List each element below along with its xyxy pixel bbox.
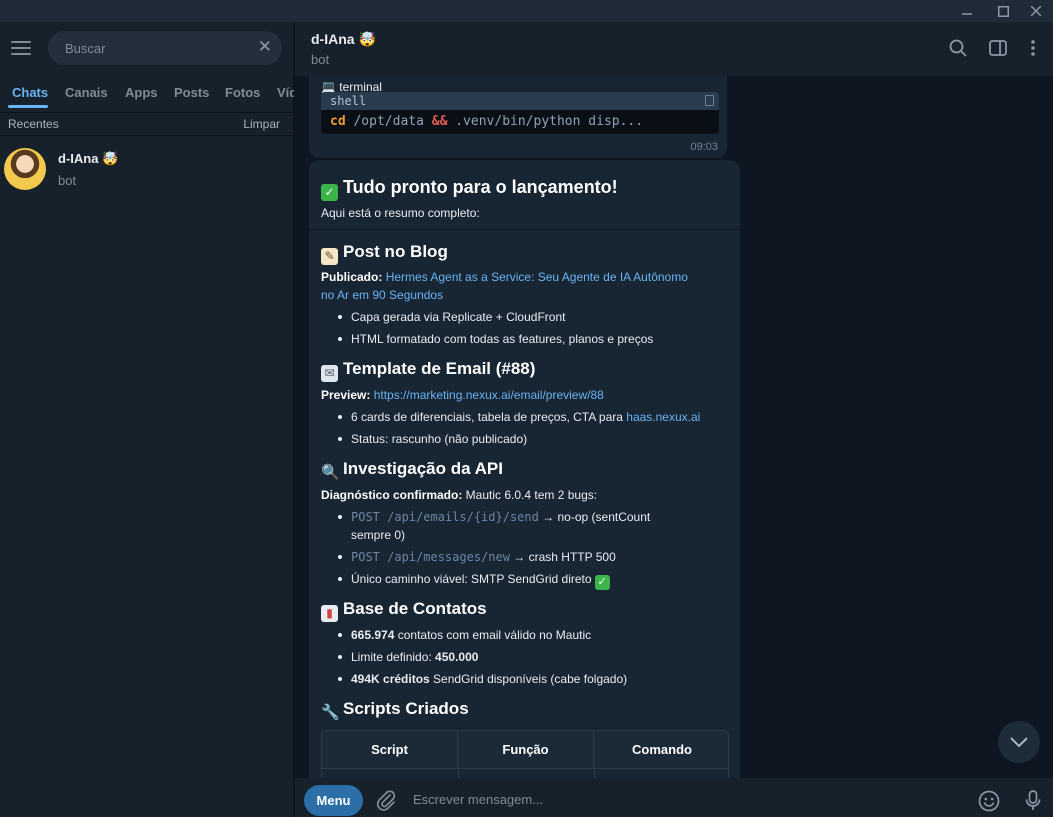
minimize-icon[interactable] <box>950 0 984 22</box>
memo-icon: ✎ <box>321 248 338 265</box>
chat-status: bot <box>311 52 330 67</box>
divider <box>309 229 740 230</box>
published-line-cont: no Ar em 90 Segundos <box>321 286 443 304</box>
list-item: POST /api/emails/{id}/send → no-op (sent… <box>337 510 651 524</box>
list-item: HTML formatado com todas as features, pl… <box>337 332 654 346</box>
window-title-bar <box>0 0 1053 22</box>
code-language-header: shell <box>321 92 719 110</box>
tab-posts[interactable]: Posts <box>174 85 209 100</box>
table-header-script: Script <box>322 731 458 769</box>
list-item: 665.974 contatos com email válido no Mau… <box>337 628 592 642</box>
section-heading: ✉ Template de Email (#88) <box>321 359 535 382</box>
attach-icon[interactable] <box>375 789 397 811</box>
magnifier-icon: 🔍 <box>321 464 340 481</box>
code-line: cd /opt/data && .venv/bin/python disp... <box>321 110 719 134</box>
chat-list-item[interactable]: d-IAna 🤯 bot <box>0 142 294 198</box>
section-heading: ✎ Post no Blog <box>321 242 448 265</box>
message-time: 09:03 <box>690 141 718 153</box>
chat-name: d-IAna 🤯 <box>58 151 119 166</box>
tab-canais[interactable]: Canais <box>65 85 108 100</box>
tab-fotos[interactable]: Fotos <box>225 85 260 100</box>
bot-menu-button[interactable]: Menu <box>304 785 363 816</box>
chat-header: d-IAna 🤯 bot <box>295 22 1053 76</box>
section-heading: 🔍 Investigação da API <box>321 459 503 481</box>
list-item: Capa gerada via Replicate + CloudFront <box>337 310 566 324</box>
bar-chart-icon: ▮ <box>321 605 338 622</box>
section-heading: 🔧 Scripts Criados <box>321 699 469 721</box>
haas-link[interactable]: haas.nexux.ai <box>626 410 700 424</box>
inline-code: POST /api/messages/new <box>351 550 510 564</box>
copy-icon[interactable] <box>705 95 714 106</box>
search-placeholder: Buscar <box>65 41 106 56</box>
table-header-comando: Comando <box>594 731 728 769</box>
clear-recents-button[interactable]: Limpar <box>243 117 280 131</box>
code-block: shell cd /opt/data && .venv/bin/python d… <box>321 92 719 134</box>
sidebar: Buscar ✕ Chats Canais Apps Posts Fotos V… <box>0 22 294 817</box>
table-column-divider <box>458 769 459 778</box>
chat-title[interactable]: d-IAna 🤯 <box>311 31 376 48</box>
list-item: Único caminho viável: SMTP SendGrid dire… <box>338 570 610 590</box>
recents-header: Recentes Limpar <box>0 112 294 136</box>
message-bubble: 💻 terminal shell cd /opt/data && .venv/b… <box>309 76 727 158</box>
preview-link[interactable]: https://marketing.nexux.ai/email/preview… <box>374 388 604 402</box>
more-options-icon[interactable] <box>1021 36 1045 60</box>
folder-tabs: Chats Canais Apps Posts Fotos Víd <box>0 78 294 108</box>
scripts-table: Script Função Comando <box>321 730 729 778</box>
table-column-divider <box>594 769 595 778</box>
preview-line: Preview: https://marketing.nexux.ai/emai… <box>321 388 604 402</box>
tab-chats[interactable]: Chats <box>12 85 48 100</box>
list-item: POST /api/messages/new → crash HTTP 500 <box>338 550 616 564</box>
message-title: ✓ Tudo pronto para o lançamento! <box>321 177 618 201</box>
check-mark-icon: ✓ <box>321 184 338 201</box>
code-path: /opt/data <box>345 114 432 129</box>
maximize-icon[interactable] <box>986 0 1020 22</box>
message-input[interactable]: Escrever mensagem... <box>413 792 543 807</box>
chevron-down-icon <box>1010 737 1028 747</box>
section-heading: ▮ Base de Contatos <box>321 599 487 622</box>
emoji-icon[interactable] <box>978 790 1000 812</box>
list-item: Status: rascunho (não publicado) <box>337 432 528 446</box>
list-item: 6 cards de diferenciais, tabela de preço… <box>337 410 701 424</box>
search-input[interactable]: Buscar ✕ <box>48 31 282 65</box>
published-line: Publicado: Hermes Agent as a Service: Se… <box>321 270 688 284</box>
recents-label: Recentes <box>8 117 59 131</box>
code-rest: .venv/bin/python disp... <box>447 114 644 129</box>
code-operator: && <box>431 114 448 129</box>
menu-icon[interactable] <box>11 41 31 55</box>
list-item: Limite definido: 450.000 <box>337 650 479 664</box>
list-item: 494K créditos SendGrid disponíveis (cabe… <box>337 672 628 686</box>
code-language: shell <box>330 94 367 108</box>
search-icon[interactable] <box>946 36 970 60</box>
blog-post-link-cont[interactable]: no Ar em 90 Segundos <box>321 288 443 302</box>
message-list[interactable]: 💻 terminal shell cd /opt/data && .venv/b… <box>295 76 1053 778</box>
avatar <box>4 148 46 190</box>
message-bubble: ✓ Tudo pronto para o lançamento! Aqui est… <box>309 160 740 778</box>
check-mark-icon: ✓ <box>594 575 610 590</box>
inline-code: POST /api/emails/{id}/send <box>351 510 539 524</box>
list-item-cont: sempre 0) <box>351 528 406 542</box>
sidebar-toggle-icon[interactable] <box>986 36 1010 60</box>
code-keyword: cd <box>330 114 346 129</box>
wrench-icon: 🔧 <box>321 704 340 721</box>
microphone-icon[interactable] <box>1022 789 1044 811</box>
tab-videos[interactable]: Víd <box>277 85 294 100</box>
close-window-icon[interactable] <box>1019 0 1053 22</box>
scroll-to-bottom-button[interactable] <box>998 721 1040 763</box>
tab-apps[interactable]: Apps <box>125 85 158 100</box>
diagnosis-line: Diagnóstico confirmado: Mautic 6.0.4 tem… <box>321 488 598 502</box>
blog-post-link[interactable]: Hermes Agent as a Service: Seu Agente de… <box>386 270 688 284</box>
table-header-funcao: Função <box>458 731 594 769</box>
chat-subtitle: bot <box>58 173 77 188</box>
clear-search-icon[interactable]: ✕ <box>258 37 272 57</box>
message-intro: Aqui está o resumo completo: <box>321 206 480 220</box>
envelope-icon: ✉ <box>321 365 338 382</box>
active-tab-indicator <box>8 105 48 108</box>
message-composer: Menu Escrever mensagem... <box>295 778 1053 817</box>
